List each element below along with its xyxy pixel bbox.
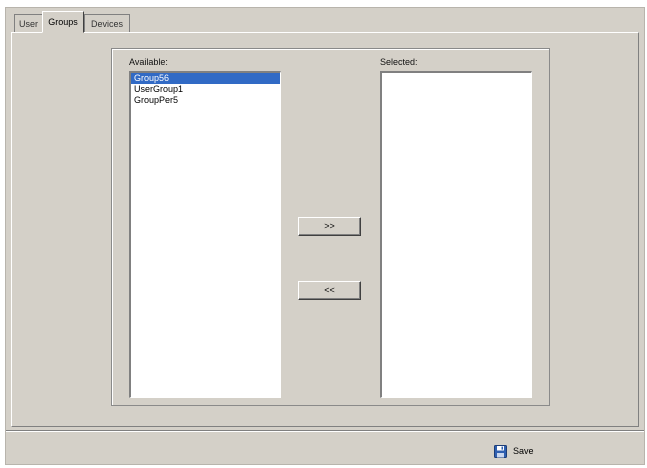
dialog-window: User Groups Devices Available: Group56 U…: [5, 7, 645, 465]
tab-devices[interactable]: Devices: [84, 14, 130, 32]
tab-groups[interactable]: Groups: [42, 11, 84, 33]
available-label: Available:: [129, 57, 168, 67]
save-label: Save: [513, 446, 534, 456]
available-listbox[interactable]: Group56 UserGroup1 GroupPer5: [129, 71, 281, 398]
list-item[interactable]: GroupPer5: [131, 95, 280, 106]
selected-listbox[interactable]: [380, 71, 532, 398]
add-to-selected-button[interactable]: >>: [298, 217, 361, 236]
tab-user[interactable]: User: [14, 14, 43, 32]
groups-tab-panel: Available: Group56 UserGroup1 GroupPer5 …: [11, 32, 639, 427]
list-item[interactable]: UserGroup1: [131, 84, 280, 95]
save-button[interactable]: Save: [494, 444, 534, 458]
group-assignment-box: Available: Group56 UserGroup1 GroupPer5 …: [111, 48, 550, 406]
remove-from-selected-button[interactable]: <<: [298, 281, 361, 300]
floppy-disk-icon: [494, 444, 507, 458]
list-item[interactable]: Group56: [131, 73, 280, 84]
selected-label: Selected:: [380, 57, 418, 67]
footer-divider: [6, 430, 644, 432]
